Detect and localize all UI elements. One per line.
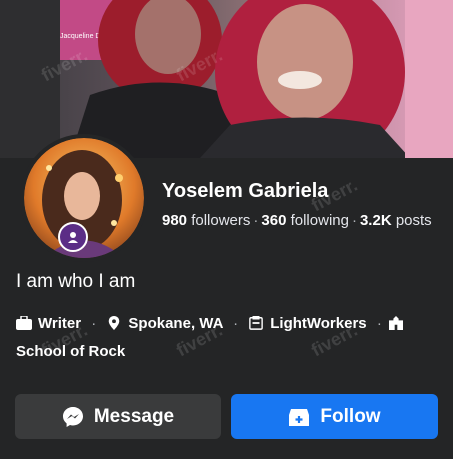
following-label[interactable]: following [291, 212, 349, 229]
cover-photo-image: Jacqueline Douglas [0, 0, 453, 158]
profile-bio: I am who I am [16, 271, 136, 292]
location-pin-icon [109, 316, 120, 330]
profile-stats: 980 followers · 360 following · 3.2K posts [162, 212, 432, 229]
message-button[interactable]: Message [15, 394, 221, 439]
posts-count: 3.2K [359, 212, 392, 229]
detail-location-label[interactable]: Spokane, WA [128, 315, 222, 332]
message-button-label: Message [93, 405, 175, 427]
profile-details: Writer · Spokane, WA · LightWorkers ·Sch… [16, 310, 441, 366]
followers-label[interactable]: followers [191, 212, 250, 229]
avatar-badge-icon [58, 222, 88, 252]
briefcase-icon [16, 316, 32, 330]
following-count[interactable]: 360 [261, 212, 286, 229]
cover-photo[interactable]: Jacqueline Douglas [0, 0, 453, 158]
page-icon [249, 316, 264, 330]
detail-location: Spokane, WA [102, 315, 227, 332]
followers-count[interactable]: 980 [162, 212, 187, 229]
follow-icon [289, 408, 310, 426]
follow-button[interactable]: Follow [231, 394, 438, 439]
detail-work: Writer [16, 315, 85, 332]
detail-school-label[interactable]: School of Rock [16, 343, 125, 360]
profile-name: Yoselem Gabriela [162, 180, 329, 202]
detail-work-label: Writer [38, 315, 82, 332]
messenger-icon [62, 406, 83, 427]
detail-page-label[interactable]: LightWorkers [270, 315, 366, 332]
follow-button-label: Follow [320, 405, 381, 427]
detail-page: LightWorkers [244, 315, 371, 332]
posts-label: posts [395, 212, 432, 229]
school-icon [388, 316, 403, 330]
